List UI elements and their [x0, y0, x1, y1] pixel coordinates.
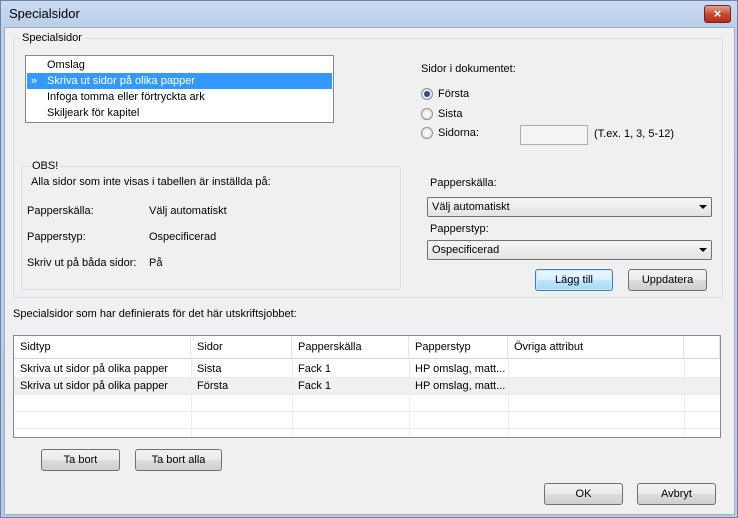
window-title: Specialsidor	[9, 6, 80, 21]
cell-page-type: Skriva ut sidor på olika papper	[20, 380, 168, 392]
paper-type-label: Papperstyp:	[430, 223, 489, 235]
paper-type-select[interactable]: Ospecificerad	[427, 240, 712, 260]
cell-paper-type: HP omslag, matt...	[415, 363, 506, 375]
close-button[interactable]: ×	[704, 5, 731, 23]
column-header-paper-source[interactable]: Papperskälla	[292, 336, 409, 359]
ok-button[interactable]: OK	[544, 483, 623, 505]
column-header-pages[interactable]: Sidor	[191, 336, 292, 359]
list-item[interactable]: Infoga tomma eller förtryckta ark	[27, 89, 332, 105]
cell-pages: Sista	[197, 363, 222, 375]
obs-paper-type-key: Papperstyp:	[27, 231, 86, 243]
special-page-type-list[interactable]: Omslag » Skriva ut sidor på olika papper…	[25, 55, 334, 123]
paper-type-selected-value: Ospecificerad	[432, 244, 500, 256]
title-bar[interactable]: Specialsidor ×	[1, 1, 737, 27]
pages-in-document-label: Sidor i dokumentet:	[421, 63, 516, 75]
radio-pages-label[interactable]: Sidorna:	[438, 127, 479, 139]
list-item[interactable]: Omslag	[27, 57, 332, 73]
row-divider	[14, 411, 720, 412]
obs-paper-type-value: Ospecificerad	[149, 231, 217, 243]
table-row[interactable]: Skriva ut sidor på olika papper Första F…	[14, 378, 720, 394]
defined-pages-caption: Specialsidor som har definierats för det…	[13, 308, 297, 320]
obs-group-label: OBS!	[30, 160, 61, 172]
obs-duplex-value: På	[149, 257, 163, 269]
dialog-window: Specialsidor × Specialsidor Omslag » Skr…	[0, 0, 738, 518]
list-item-label: Omslag	[47, 59, 85, 71]
radio-first[interactable]	[421, 88, 433, 100]
list-item-label: Infoga tomma eller förtryckta ark	[47, 91, 205, 103]
list-item-selected[interactable]: » Skriva ut sidor på olika papper	[27, 73, 332, 89]
paper-source-selected-value: Välj automatiskt	[432, 201, 510, 213]
cell-paper-type: HP omslag, matt...	[415, 380, 506, 392]
column-header-paper-type[interactable]: Papperstyp	[409, 336, 508, 359]
obs-paper-source-key: Papperskälla:	[27, 205, 94, 217]
column-header-other-attributes[interactable]: Övriga attribut	[508, 336, 684, 359]
obs-duplex-key: Skriv ut på båda sidor:	[27, 257, 137, 269]
list-item[interactable]: Skiljeark för kapitel	[27, 105, 332, 121]
row-divider	[14, 428, 720, 429]
remove-all-button[interactable]: Ta bort alla	[135, 449, 222, 471]
defined-pages-table[interactable]: Sidtyp Sidor Papperskälla Papperstyp Övr…	[13, 335, 721, 438]
special-pages-group-label: Specialsidor	[20, 32, 84, 44]
radio-first-label[interactable]: Första	[438, 88, 469, 100]
cancel-button[interactable]: Avbryt	[637, 483, 716, 505]
cell-paper-source: Fack 1	[298, 363, 332, 375]
obs-paper-source-value: Välj automatiskt	[149, 205, 227, 217]
cell-paper-source: Fack 1	[298, 380, 332, 392]
update-button[interactable]: Uppdatera	[628, 269, 707, 291]
cell-page-type: Skriva ut sidor på olika papper	[20, 363, 168, 375]
remove-button[interactable]: Ta bort	[41, 449, 120, 471]
column-header-page-type[interactable]: Sidtyp	[14, 336, 191, 359]
obs-note: Alla sidor som inte visas i tabellen är …	[31, 176, 271, 188]
chevron-down-icon	[699, 248, 707, 252]
pages-example-hint: (T.ex. 1, 3, 5-12)	[594, 128, 675, 140]
column-header-filler	[684, 336, 720, 359]
paper-source-select[interactable]: Välj automatiskt	[427, 197, 712, 217]
row-divider	[14, 377, 720, 378]
list-item-label: Skiljeark för kapitel	[47, 107, 140, 119]
row-divider	[14, 394, 720, 395]
selected-marker: »	[31, 75, 38, 87]
radio-last[interactable]	[421, 108, 433, 120]
list-item-label: Skriva ut sidor på olika papper	[47, 75, 195, 87]
cell-other-attributes	[508, 378, 684, 394]
pages-input[interactable]	[520, 125, 588, 145]
cell-other-attributes	[508, 361, 684, 377]
cell-pages: Första	[197, 380, 229, 392]
chevron-down-icon	[699, 205, 707, 209]
radio-last-label[interactable]: Sista	[438, 108, 462, 120]
paper-source-label: Papperskälla:	[430, 177, 497, 189]
radio-pages[interactable]	[421, 127, 433, 139]
add-button[interactable]: Lägg till	[535, 269, 613, 291]
table-row[interactable]: Skriva ut sidor på olika papper Sista Fa…	[14, 361, 720, 377]
dialog-client: Specialsidor Omslag » Skriva ut sidor på…	[4, 27, 735, 515]
